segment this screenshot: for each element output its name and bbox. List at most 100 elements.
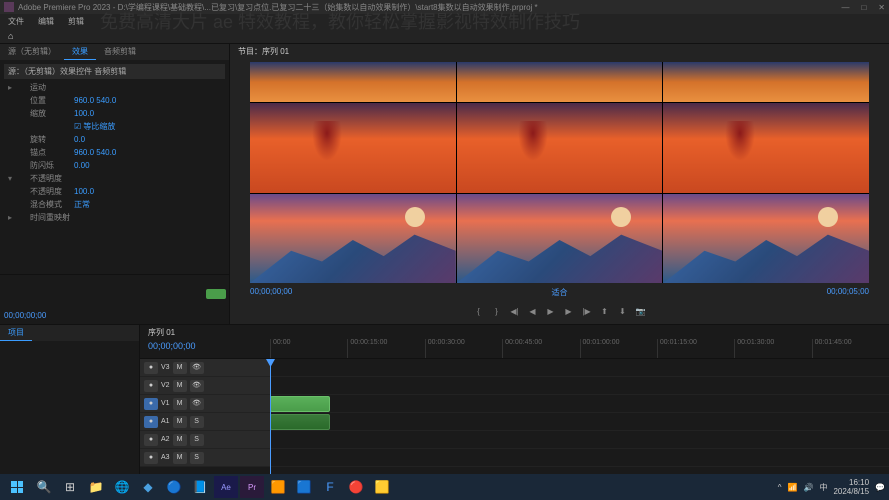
tray-date[interactable]: 2024/8/15: [833, 487, 869, 496]
extract-button[interactable]: ⬇: [618, 307, 628, 316]
track-label[interactable]: A1: [161, 418, 170, 425]
track-mute[interactable]: M: [173, 452, 187, 464]
tray-time[interactable]: 16:10: [833, 478, 869, 487]
section-timeremap[interactable]: 时间重映射: [20, 212, 70, 223]
toggle-icon[interactable]: ▾: [8, 174, 16, 183]
track-mute[interactable]: M: [173, 416, 187, 428]
prop-position-label: 位置: [20, 95, 70, 106]
tray-chevron-icon[interactable]: ^: [778, 483, 782, 492]
track-label[interactable]: A3: [161, 454, 170, 461]
start-button[interactable]: [4, 476, 30, 498]
vscode-icon[interactable]: ◆: [136, 476, 160, 498]
track-toggle[interactable]: ●: [144, 416, 158, 428]
maximize-button[interactable]: □: [861, 3, 866, 12]
track-mute[interactable]: M: [173, 398, 187, 410]
pr-icon[interactable]: Pr: [240, 476, 264, 498]
track-toggle[interactable]: ●: [144, 452, 158, 464]
step-back-button[interactable]: ◀: [528, 307, 538, 316]
track-label[interactable]: V1: [161, 400, 170, 407]
prop-blend-value[interactable]: 正常: [74, 199, 90, 210]
app-icon[interactable]: 🟧: [266, 476, 290, 498]
preview-fit[interactable]: 适合: [552, 287, 568, 298]
track-toggle[interactable]: ●: [144, 398, 158, 410]
home-icon[interactable]: ⌂: [8, 31, 13, 41]
track-eye[interactable]: 👁: [190, 362, 204, 374]
timeline-ruler[interactable]: 00;00;00;00 00:00 00:00:15:00 00:00:30:0…: [140, 339, 889, 359]
track-eye[interactable]: 👁: [190, 380, 204, 392]
mark-out-button[interactable]: }: [492, 307, 502, 316]
toggle-icon[interactable]: ▸: [8, 83, 16, 92]
timeline-timecode[interactable]: 00;00;00;00: [148, 341, 196, 351]
search-icon[interactable]: 🔍: [32, 476, 56, 498]
mini-clip[interactable]: [206, 289, 226, 299]
chrome-icon[interactable]: 🔵: [162, 476, 186, 498]
menu-clip[interactable]: 剪辑: [68, 16, 84, 27]
mark-in-button[interactable]: {: [474, 307, 484, 316]
prop-flicker-value[interactable]: 0.00: [74, 161, 90, 170]
preview-time-left[interactable]: 00;00;00;00: [250, 287, 292, 298]
tray-ime-icon[interactable]: 中: [819, 482, 827, 493]
playhead[interactable]: [270, 359, 271, 474]
preview-viewport[interactable]: [250, 62, 869, 283]
prop-rotation-value[interactable]: 0.0: [74, 135, 85, 144]
prev-frame-button[interactable]: ◀|: [510, 307, 520, 316]
section-motion[interactable]: 运动: [20, 82, 70, 93]
prop-scale-value[interactable]: 100.0: [74, 109, 94, 118]
effect-controls-panel: 源（无剪辑） 效果 音频剪辑 源：（无剪辑）效果控件 音频剪辑 ▸运动 位置96…: [0, 44, 230, 324]
track-mute[interactable]: M: [173, 362, 187, 374]
track-label[interactable]: A2: [161, 436, 170, 443]
tray-volume-icon[interactable]: 🔊: [803, 483, 813, 492]
step-forward-button[interactable]: ▶: [564, 307, 574, 316]
tab-source[interactable]: 源（无剪辑）: [0, 44, 64, 60]
app-icon[interactable]: 🟨: [370, 476, 394, 498]
track-toggle[interactable]: ●: [144, 380, 158, 392]
app-icon[interactable]: F: [318, 476, 342, 498]
prop-uniform-scale[interactable]: ☑ 等比缩放: [74, 121, 115, 132]
video-clip[interactable]: [270, 396, 330, 412]
sequence-title[interactable]: 序列 01: [148, 327, 175, 338]
toggle-icon[interactable]: ▸: [8, 213, 16, 222]
next-frame-button[interactable]: |▶: [582, 307, 592, 316]
timeline-tracks[interactable]: ●V3M👁 ●V2M👁 ●V1M👁 ●A1MS ●A2MS ●A3MS: [140, 359, 889, 474]
prop-anchor-label: 锚点: [20, 147, 70, 158]
section-opacity[interactable]: 不透明度: [20, 173, 70, 184]
track-label[interactable]: V2: [161, 382, 170, 389]
tab-audio[interactable]: 音频剪辑: [96, 44, 144, 60]
track-toggle[interactable]: ●: [144, 362, 158, 374]
track-label[interactable]: V3: [161, 364, 170, 371]
explorer-icon[interactable]: 📁: [84, 476, 108, 498]
notifications-icon[interactable]: 💬: [875, 483, 885, 492]
prop-anchor-value[interactable]: 960.0 540.0: [74, 148, 116, 157]
track-solo[interactable]: S: [190, 434, 204, 446]
menu-edit[interactable]: 编辑: [38, 16, 54, 27]
preview-cell: [663, 62, 869, 102]
program-tab[interactable]: 节目：序列 01: [238, 46, 289, 57]
ae-icon[interactable]: Ae: [214, 476, 238, 498]
track-solo[interactable]: S: [190, 416, 204, 428]
app-icon[interactable]: 📘: [188, 476, 212, 498]
track-eye[interactable]: 👁: [190, 398, 204, 410]
play-button[interactable]: ▶: [546, 307, 556, 316]
tab-effect-controls[interactable]: 效果: [64, 44, 96, 60]
tray-network-icon[interactable]: 📶: [788, 483, 798, 492]
track-mute[interactable]: M: [173, 434, 187, 446]
lift-button[interactable]: ⬆: [600, 307, 610, 316]
task-view-icon[interactable]: ⊞: [58, 476, 82, 498]
menu-file[interactable]: 文件: [8, 16, 24, 27]
minimize-button[interactable]: —: [841, 3, 849, 12]
project-tab[interactable]: 项目: [0, 325, 32, 341]
prop-blend-label: 混合模式: [20, 199, 70, 210]
app-icon[interactable]: 🔴: [344, 476, 368, 498]
track-toggle[interactable]: ●: [144, 434, 158, 446]
audio-clip[interactable]: [270, 414, 330, 430]
export-frame-button[interactable]: 📷: [636, 307, 646, 316]
prop-opacity-value[interactable]: 100.0: [74, 187, 94, 196]
app-icon[interactable]: 🟦: [292, 476, 316, 498]
close-button[interactable]: ✕: [878, 3, 885, 12]
track-solo[interactable]: S: [190, 452, 204, 464]
prop-position-value[interactable]: 960.0 540.0: [74, 96, 116, 105]
track-mute[interactable]: M: [173, 380, 187, 392]
effect-mini-timeline[interactable]: 00;00;00;00: [0, 274, 229, 324]
project-panel: 项目: [0, 325, 140, 474]
edge-icon[interactable]: 🌐: [110, 476, 134, 498]
